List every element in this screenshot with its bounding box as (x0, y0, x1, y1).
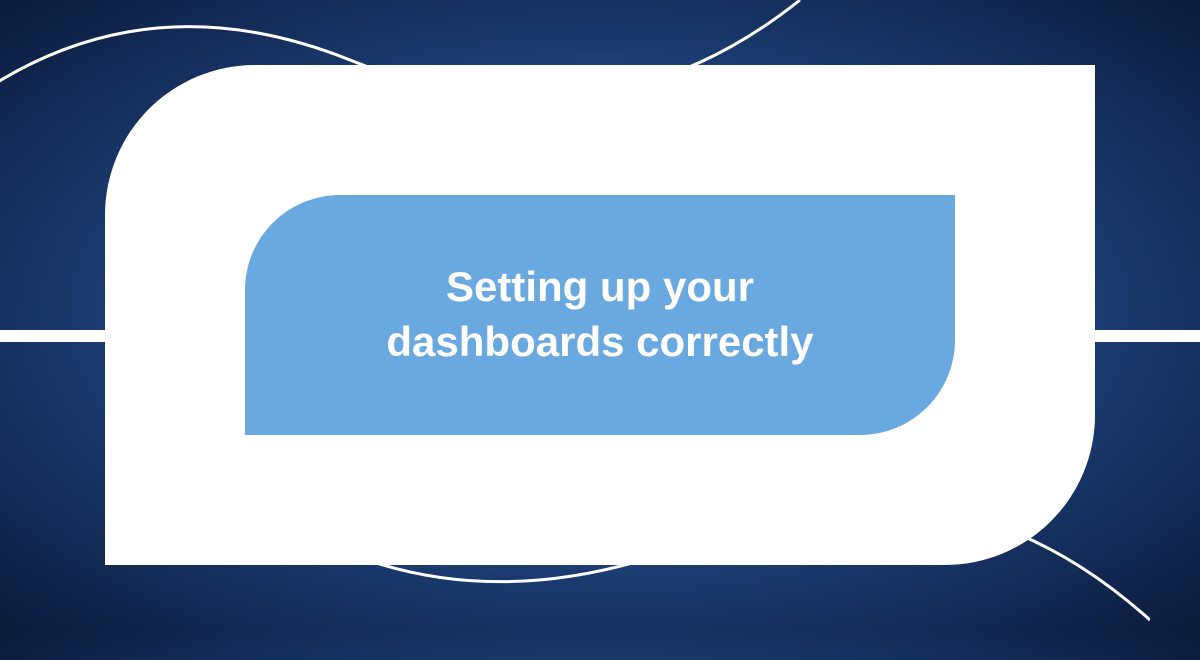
decorative-line-left (0, 330, 105, 342)
decorative-line-right (1095, 330, 1200, 342)
inner-title-panel: Setting up yourdashboards correctly (245, 195, 955, 435)
page-title: Setting up yourdashboards correctly (346, 260, 853, 369)
